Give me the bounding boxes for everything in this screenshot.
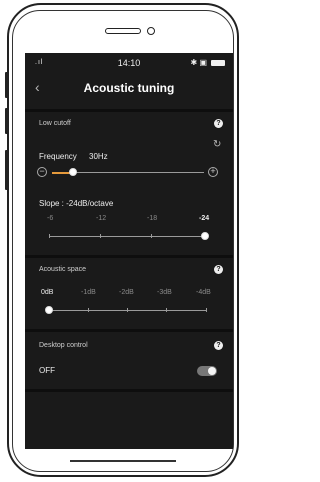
acoustic-option-3db[interactable]: -3dB [157, 289, 172, 296]
desktop-control-title: Desktop control [39, 342, 88, 349]
page-title: Acoustic tuning [83, 81, 175, 95]
low-cutoff-help-icon[interactable]: ? [214, 119, 223, 128]
slope-slider-track[interactable] [49, 236, 207, 237]
slope-label: Slope : -24dB/octave [39, 199, 114, 208]
acoustic-tick [127, 308, 128, 312]
acoustic-tick [166, 308, 167, 312]
acoustic-slider-track[interactable] [49, 310, 207, 311]
battery-icon [211, 59, 225, 66]
desktop-control-state: OFF [39, 366, 55, 375]
acoustic-option-4db[interactable]: -4dB [196, 289, 211, 296]
toggle-thumb [208, 367, 216, 375]
acoustic-slider-knob[interactable] [45, 306, 53, 314]
low-cutoff-title: Low cutoff [39, 120, 71, 127]
acoustic-space-header: Acoustic space ? [25, 263, 233, 279]
acoustic-tick [206, 308, 207, 312]
low-cutoff-header: Low cutoff ? [25, 117, 233, 133]
slope-tick [49, 234, 50, 238]
slope-option-18[interactable]: -18 [147, 215, 157, 222]
acoustic-option-0db[interactable]: 0dB [41, 289, 53, 296]
slope-slider-knob[interactable] [201, 232, 209, 240]
acoustic-tick [88, 308, 89, 312]
slope-option-12[interactable]: -12 [96, 215, 106, 222]
phone-bottom-edge [70, 460, 176, 462]
app-screen: .ıl 14:10 ✱ ▣ ‹ Acoustic tuning Low cuto… [25, 53, 233, 449]
slope-tick [100, 234, 101, 238]
slope-option-24[interactable]: -24 [199, 215, 209, 222]
status-icons: ✱ ▣ [191, 58, 225, 67]
acoustic-space-title: Acoustic space [39, 266, 87, 273]
phone-camera [147, 27, 155, 35]
acoustic-space-help-icon[interactable]: ? [214, 265, 223, 274]
phone-speaker [105, 28, 141, 34]
desktop-control-toggle[interactable] [197, 366, 217, 376]
frequency-decrease-button[interactable]: − [37, 167, 47, 177]
reset-icon[interactable]: ↻ [213, 139, 221, 150]
volume-up-button [5, 72, 8, 98]
slope-tick [151, 234, 152, 238]
status-bar: .ıl 14:10 ✱ ▣ [25, 53, 233, 75]
acoustic-option-1db[interactable]: -1dB [81, 289, 96, 296]
desktop-control-help-icon[interactable]: ? [214, 341, 223, 350]
frequency-value: 30Hz [89, 152, 108, 161]
frequency-label: Frequency [39, 152, 77, 161]
divider [25, 329, 233, 332]
divider [25, 389, 233, 392]
desktop-control-header: Desktop control ? [25, 339, 233, 355]
divider [25, 255, 233, 258]
bluetooth-icon: ✱ ▣ [190, 58, 207, 67]
frequency-slider-knob[interactable] [69, 168, 78, 176]
side-button [5, 150, 8, 190]
nav-bar: ‹ Acoustic tuning [25, 75, 233, 103]
divider [25, 109, 233, 112]
page: .ıl 14:10 ✱ ▣ ‹ Acoustic tuning Low cuto… [0, 0, 246, 482]
slope-option-6[interactable]: -6 [47, 215, 53, 222]
acoustic-option-2db[interactable]: -2dB [119, 289, 134, 296]
frequency-increase-button[interactable]: + [208, 167, 218, 177]
volume-down-button [5, 108, 8, 134]
